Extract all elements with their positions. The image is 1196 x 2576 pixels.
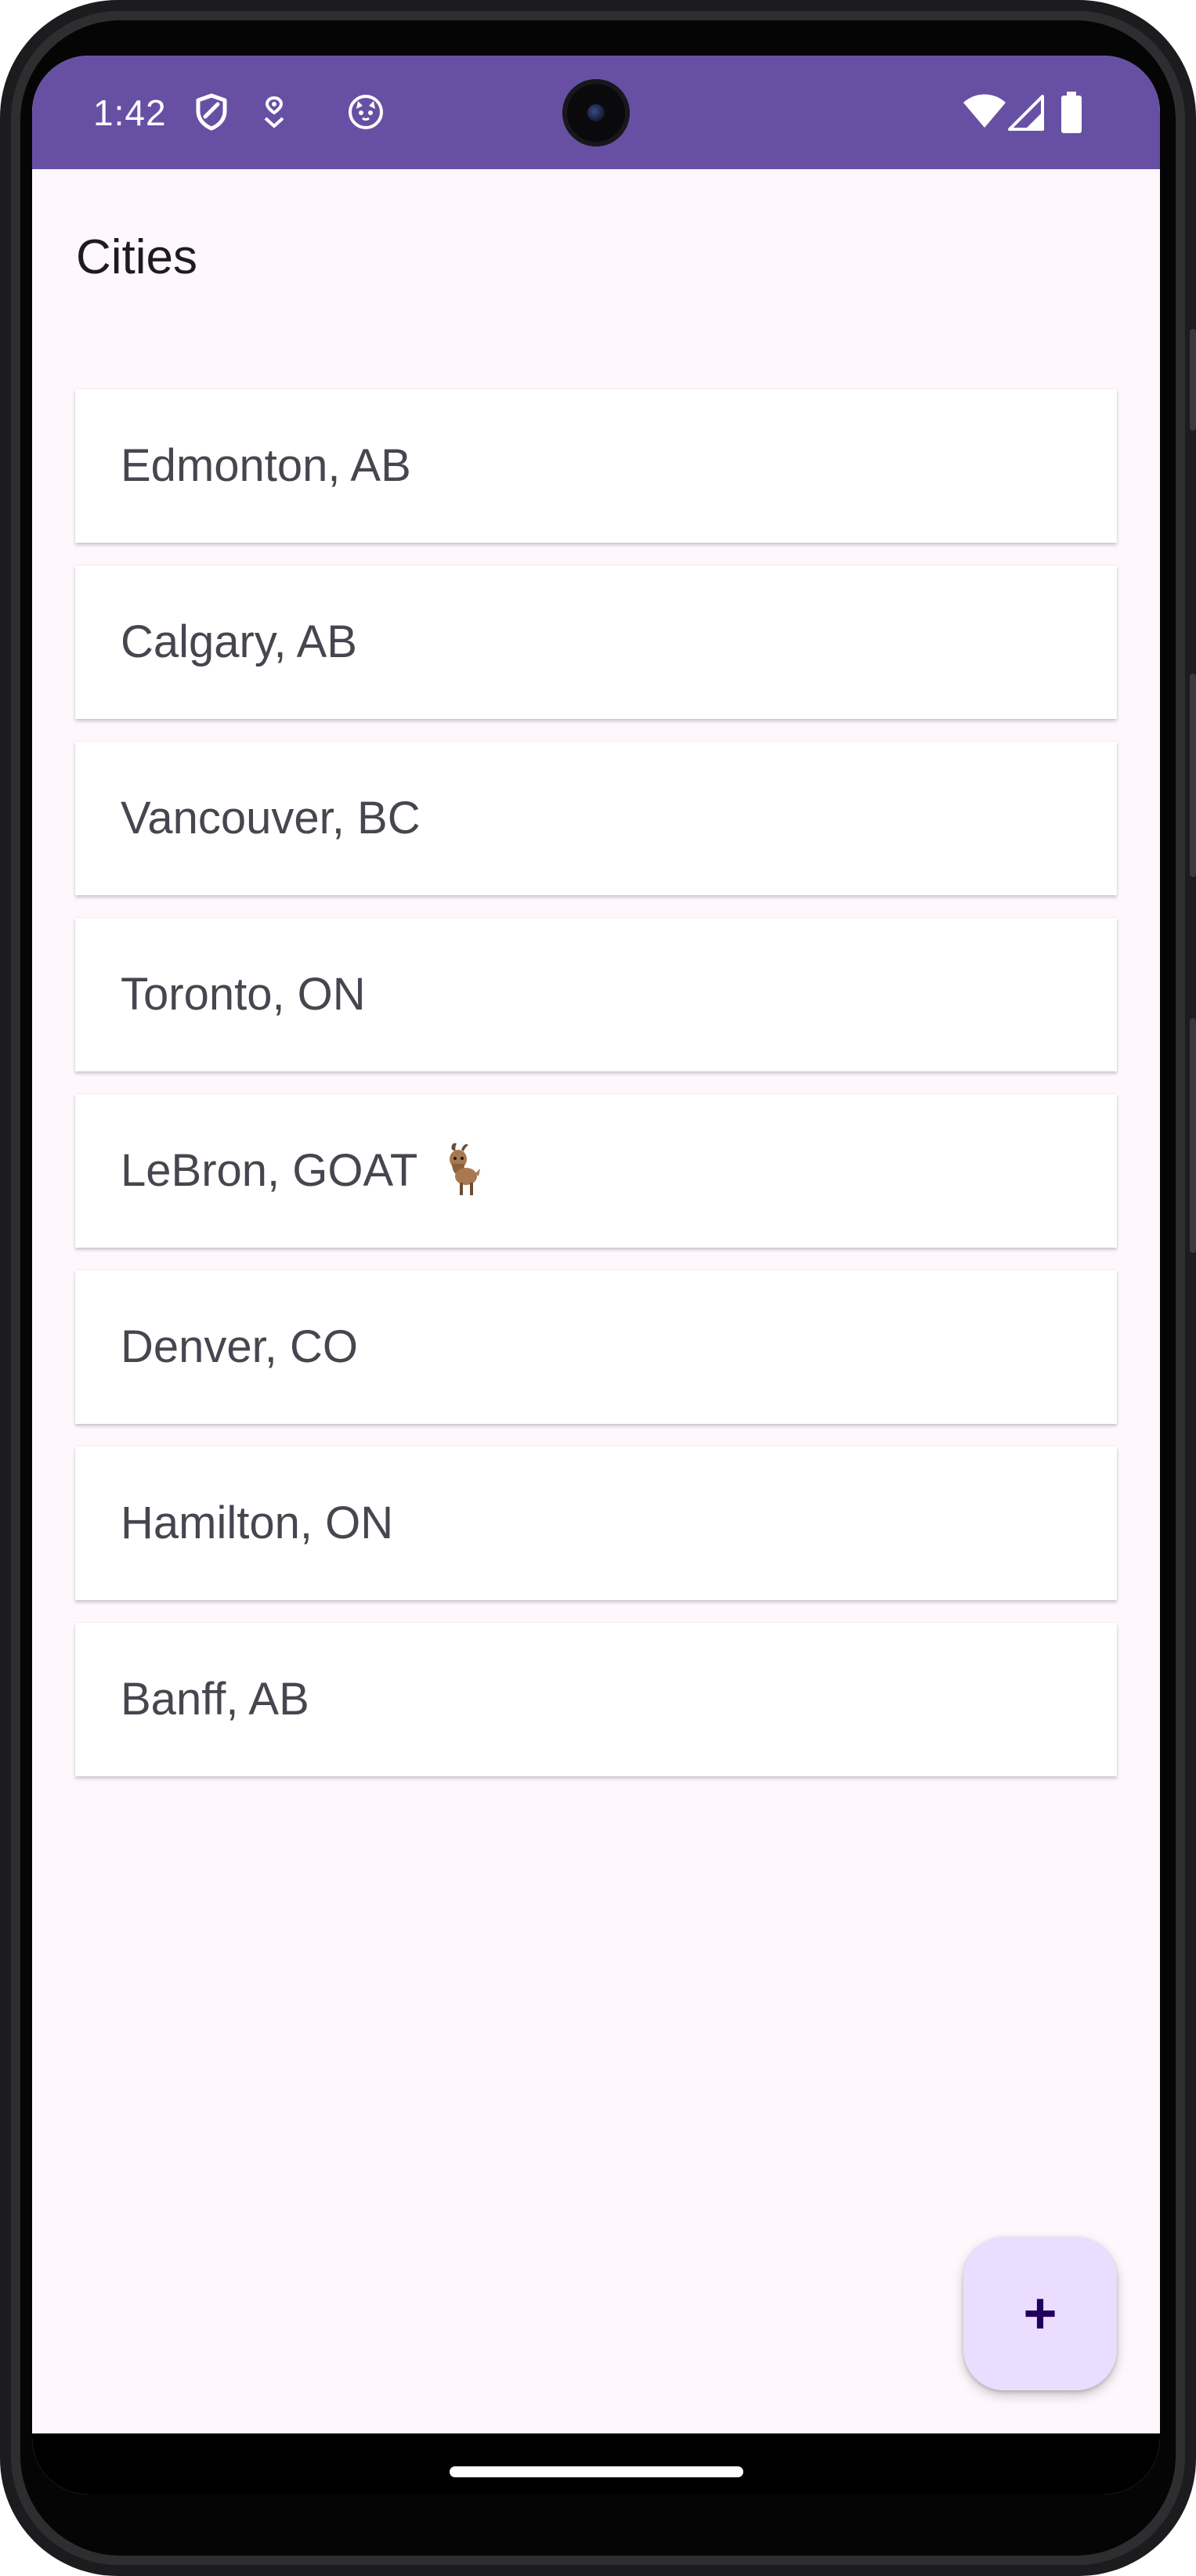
- city-name: Banff, AB: [121, 1674, 309, 1725]
- list-item[interactable]: Vancouver, BC: [75, 742, 1117, 895]
- shield-icon: [196, 93, 227, 131]
- city-name: Denver, CO: [121, 1321, 358, 1372]
- status-bar: 1:42: [32, 56, 1160, 169]
- city-name: Calgary, AB: [121, 616, 357, 667]
- navigation-bar: [32, 2433, 1160, 2495]
- battery-icon: [1061, 92, 1082, 133]
- screen: 1:42 Cities Edmonton, AB Calgary, AB Van…: [32, 56, 1160, 2495]
- goat-icon: [450, 1143, 481, 1195]
- page-title: Cities: [76, 230, 198, 284]
- list-item[interactable]: Calgary, AB: [75, 565, 1117, 719]
- phone-frame: 1:42 Cities Edmonton, AB Calgary, AB Van…: [0, 0, 1196, 2576]
- city-name-with-icon: LeBron, GOAT: [121, 1143, 483, 1201]
- cat-face-icon: [349, 95, 383, 129]
- city-name: Edmonton, AB: [121, 440, 411, 491]
- camera-lens: [587, 104, 605, 121]
- list-item[interactable]: Denver, CO: [75, 1270, 1117, 1424]
- volume-button: [1190, 674, 1196, 877]
- front-camera: [562, 79, 630, 146]
- city-name: LeBron, GOAT: [121, 1145, 418, 1196]
- wifi-icon: [963, 94, 1006, 128]
- city-name: Hamilton, ON: [121, 1498, 394, 1548]
- list-item[interactable]: LeBron, GOAT: [75, 1094, 1117, 1248]
- status-time: 1:42: [93, 92, 167, 133]
- signal-icon: [1008, 95, 1044, 131]
- home-gesture-handle[interactable]: [450, 2466, 743, 2477]
- city-list: Edmonton, AB Calgary, AB Vancouver, BC T…: [75, 389, 1117, 1799]
- list-item[interactable]: Toronto, ON: [75, 918, 1117, 1071]
- list-item[interactable]: Banff, AB: [75, 1623, 1117, 1776]
- list-item[interactable]: Edmonton, AB: [75, 389, 1117, 543]
- location-dot-icon: [264, 96, 284, 128]
- city-name: Vancouver, BC: [121, 793, 421, 844]
- list-item[interactable]: Hamilton, ON: [75, 1447, 1117, 1600]
- power-button: [1190, 329, 1196, 431]
- volume-button-lower: [1190, 1018, 1196, 1253]
- city-name: Toronto, ON: [121, 969, 366, 1020]
- plus-icon: +: [1023, 2281, 1057, 2346]
- add-city-fab[interactable]: +: [963, 2237, 1117, 2390]
